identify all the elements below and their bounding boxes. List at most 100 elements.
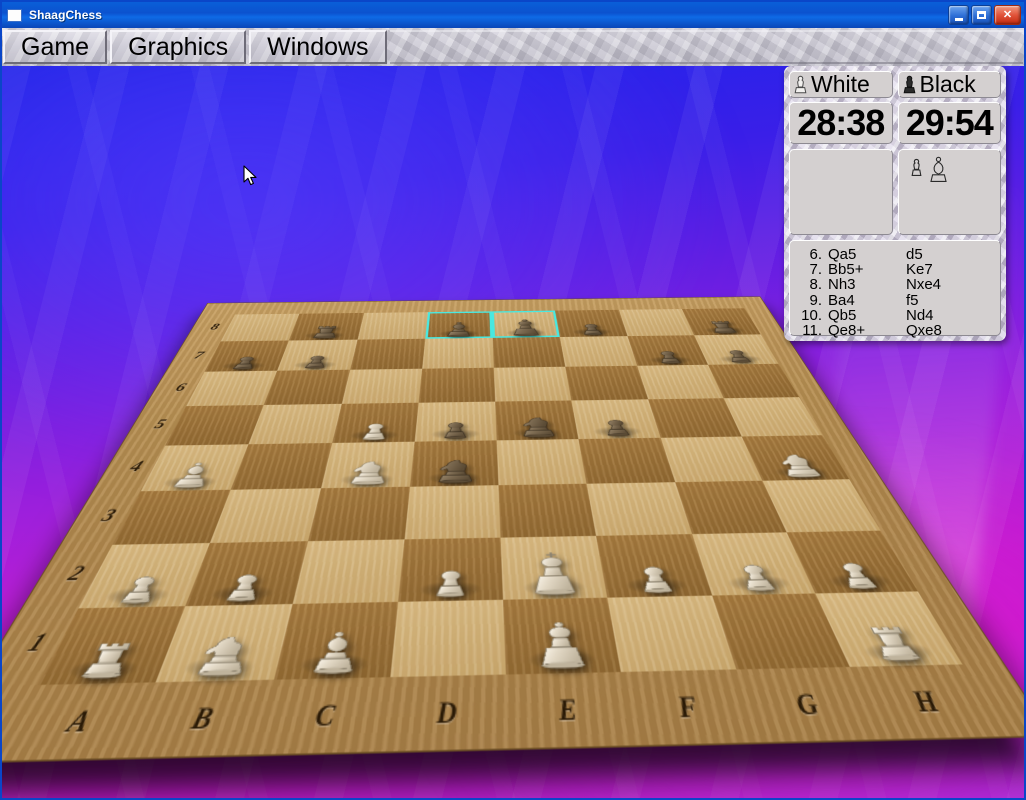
- chessboard-container[interactable]: 8 7 6 5 4 3 2 1 A B C D E F G H: [120, 188, 860, 708]
- board-square-c7[interactable]: [350, 339, 425, 370]
- move-row[interactable]: 11. Qe8+ Qxe8: [794, 323, 996, 338]
- piece-white-pawn-f2[interactable]: [636, 565, 675, 593]
- game-viewport[interactable]: 87654321ABCDEFGH White Black 28:38 29:54…: [2, 66, 1024, 798]
- white-captured-box: [789, 149, 893, 235]
- menu-item-graphics[interactable]: Graphics: [110, 30, 246, 64]
- board-square-f4[interactable]: [579, 438, 675, 484]
- board-square-f1[interactable]: [608, 596, 736, 672]
- board-square-a1[interactable]: [38, 606, 186, 685]
- board-square-d7[interactable]: [422, 338, 494, 369]
- board-square-a3[interactable]: [112, 490, 231, 545]
- board-square-g1[interactable]: [712, 593, 850, 669]
- piece-white-knight-h4[interactable]: [774, 452, 822, 477]
- minimize-button[interactable]: [948, 5, 969, 25]
- board-square-d3[interactable]: [404, 485, 500, 539]
- board-square-g3[interactable]: [675, 481, 787, 534]
- board-square-b5[interactable]: [249, 404, 342, 444]
- board-square-d8[interactable]: [425, 311, 493, 338]
- piece-white-pawn-b2[interactable]: [224, 573, 265, 602]
- board-square-h1[interactable]: [815, 591, 962, 667]
- file-label-g: G: [773, 688, 844, 724]
- board-square-c6[interactable]: [341, 369, 422, 404]
- piece-shadow: [338, 473, 395, 486]
- piece-white-pawn-a2[interactable]: [117, 575, 163, 604]
- board-square-e4[interactable]: [497, 439, 587, 485]
- rank-label-8: 8: [201, 322, 228, 333]
- board-square-b8[interactable]: [289, 313, 364, 341]
- window-title: ShaagChess: [29, 8, 102, 22]
- board-square-g2[interactable]: [692, 532, 815, 595]
- board-square-f2[interactable]: [596, 534, 711, 598]
- board-square-d1[interactable]: [390, 600, 506, 677]
- board-grid[interactable]: [38, 308, 963, 685]
- board-square-f3[interactable]: [587, 482, 692, 536]
- board-square-d4[interactable]: [410, 440, 499, 486]
- board-square-f6[interactable]: [565, 366, 647, 401]
- board-square-h7[interactable]: [694, 334, 779, 364]
- board-square-b1[interactable]: [156, 604, 292, 682]
- board-square-c1[interactable]: [273, 602, 397, 680]
- board-square-e8[interactable]: [492, 311, 560, 338]
- board-square-h3[interactable]: [762, 479, 880, 532]
- board-square-c2[interactable]: [292, 539, 404, 604]
- board-square-d2[interactable]: [398, 538, 503, 602]
- board-square-b3[interactable]: [210, 488, 320, 543]
- piece-white-bishop-c1[interactable]: [312, 629, 360, 674]
- board-square-b6[interactable]: [264, 370, 350, 405]
- black-player-label: Black: [920, 73, 976, 96]
- board-square-e3[interactable]: [498, 484, 596, 538]
- board-square-e2[interactable]: [501, 536, 608, 600]
- board-square-f8[interactable]: [555, 310, 627, 337]
- piece-shadow: [571, 328, 614, 336]
- close-button[interactable]: ✕: [994, 5, 1021, 25]
- board-square-h5[interactable]: [723, 397, 822, 436]
- piece-white-pawn-d2[interactable]: [434, 569, 467, 597]
- board-square-e7[interactable]: [493, 337, 566, 368]
- piece-white-king-e2[interactable]: [530, 551, 576, 595]
- move-list[interactable]: 6. Qa5 d5 7. Bb5+ Ke7 8. Nh3 Nxe4 9. Ba4 f5 10. Qb5 Nd…: [789, 240, 1001, 336]
- move-row[interactable]: 6. Qa5 d5: [794, 247, 996, 262]
- move-row[interactable]: 8. Nh3 Nxe4: [794, 277, 996, 292]
- move-row[interactable]: 7. Bb5+ Ke7: [794, 262, 996, 277]
- menu-item-game[interactable]: Game: [3, 30, 107, 64]
- board-square-e1[interactable]: [503, 598, 621, 675]
- board-square-b4[interactable]: [231, 443, 332, 490]
- maximize-button[interactable]: [971, 5, 992, 25]
- menu-item-windows[interactable]: Windows: [249, 30, 386, 64]
- piece-black-knight-d4[interactable]: [436, 458, 472, 484]
- piece-white-rook-h1[interactable]: [864, 624, 924, 662]
- board-square-h4[interactable]: [741, 435, 849, 480]
- board-square-h2[interactable]: [786, 531, 917, 594]
- board-square-a6[interactable]: [186, 371, 277, 406]
- piece-white-pawn-g2[interactable]: [735, 563, 777, 591]
- board-square-d6[interactable]: [418, 368, 495, 403]
- board-square-e6[interactable]: [494, 367, 572, 402]
- board-square-d5[interactable]: [414, 402, 496, 442]
- board-square-a8[interactable]: [221, 314, 300, 342]
- piece-white-queen-e1[interactable]: [536, 620, 587, 668]
- board-square-e5[interactable]: [495, 400, 578, 440]
- board-square-a4[interactable]: [141, 444, 249, 491]
- piece-white-knight-c4[interactable]: [348, 459, 388, 485]
- piece-shadow: [296, 653, 371, 675]
- board-square-b7[interactable]: [277, 340, 357, 371]
- board-square-c3[interactable]: [307, 487, 409, 541]
- board-square-a7[interactable]: [205, 341, 290, 372]
- piece-white-pawn-h2[interactable]: [834, 561, 880, 589]
- board-square-f7[interactable]: [560, 336, 637, 367]
- piece-white-rook-a1[interactable]: [78, 640, 137, 679]
- board-square-c8[interactable]: [357, 312, 428, 339]
- board-square-h8[interactable]: [682, 308, 761, 335]
- piece-white-bishop-a4[interactable]: [171, 461, 215, 488]
- board-square-f5[interactable]: [572, 399, 661, 439]
- piece-white-knight-b1[interactable]: [192, 633, 252, 677]
- board-square-c4[interactable]: [321, 442, 415, 489]
- board-square-c5[interactable]: [332, 403, 419, 443]
- board-square-h6[interactable]: [708, 364, 799, 398]
- move-row[interactable]: 9. Ba4 f5: [794, 293, 996, 308]
- board-square-b2[interactable]: [186, 541, 308, 606]
- title-bar[interactable]: ShaagChess ✕: [2, 2, 1024, 28]
- move-row[interactable]: 10. Qb5 Nd4: [794, 308, 996, 323]
- move-number: 10.: [794, 308, 828, 323]
- board-square-a2[interactable]: [79, 543, 211, 608]
